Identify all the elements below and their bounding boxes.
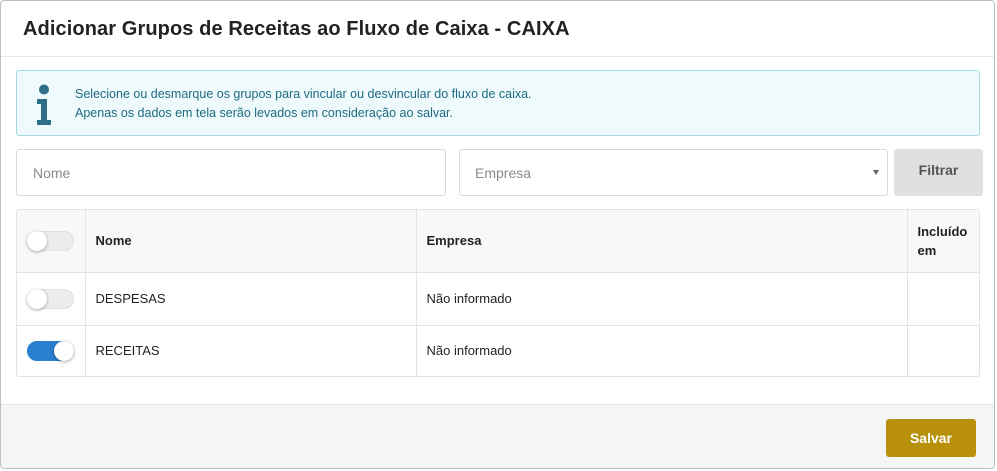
groups-table: Nome Empresa Incluído em DESPESAS Não in…	[16, 209, 980, 377]
modal-title: Adicionar Grupos de Receitas ao Fluxo de…	[23, 18, 570, 40]
table-header-row: Nome Empresa Incluído em	[17, 210, 979, 272]
table-row: DESPESAS Não informado	[17, 272, 979, 325]
row-nome: DESPESAS	[85, 272, 417, 325]
row-toggle[interactable]	[27, 340, 74, 361]
row-empresa: Não informado	[416, 272, 908, 325]
toggle-knob	[27, 230, 47, 251]
header-nome[interactable]: Nome	[85, 210, 417, 272]
toggle-knob	[54, 340, 74, 361]
filter-button[interactable]: Filtrar	[894, 149, 983, 196]
header-incluido[interactable]: Incluído em	[907, 210, 979, 272]
info-alert: Selecione ou desmarque os grupos para vi…	[16, 70, 980, 136]
save-button[interactable]: Salvar	[886, 419, 976, 457]
modal-header: Adicionar Grupos de Receitas ao Fluxo de…	[1, 1, 994, 57]
empresa-select[interactable]: Empresa	[459, 149, 888, 196]
row-toggle-cell	[17, 325, 86, 376]
info-icon	[37, 84, 51, 125]
info-line-2: Apenas os dados em tela serão levados em…	[75, 106, 454, 120]
header-empresa[interactable]: Empresa	[416, 210, 908, 272]
row-toggle-cell	[17, 272, 86, 325]
empresa-select-value: Empresa	[475, 165, 532, 181]
row-toggle[interactable]	[27, 288, 74, 309]
info-line-1: Selecione ou desmarque os grupos para vi…	[75, 87, 532, 101]
row-incluido	[907, 272, 979, 325]
row-empresa: Não informado	[416, 325, 908, 376]
row-incluido	[907, 325, 979, 376]
modal-dialog: Adicionar Grupos de Receitas ao Fluxo de…	[0, 0, 995, 469]
header-toggle-cell	[17, 210, 86, 272]
modal-footer: Salvar	[1, 404, 994, 468]
nome-input[interactable]	[16, 149, 446, 196]
row-nome: RECEITAS	[85, 325, 417, 376]
table-row: RECEITAS Não informado	[17, 325, 979, 376]
info-text: Selecione ou desmarque os grupos para vi…	[75, 85, 532, 123]
caret-down-icon	[873, 170, 879, 175]
select-all-toggle[interactable]	[27, 230, 74, 251]
toggle-knob	[27, 288, 47, 309]
